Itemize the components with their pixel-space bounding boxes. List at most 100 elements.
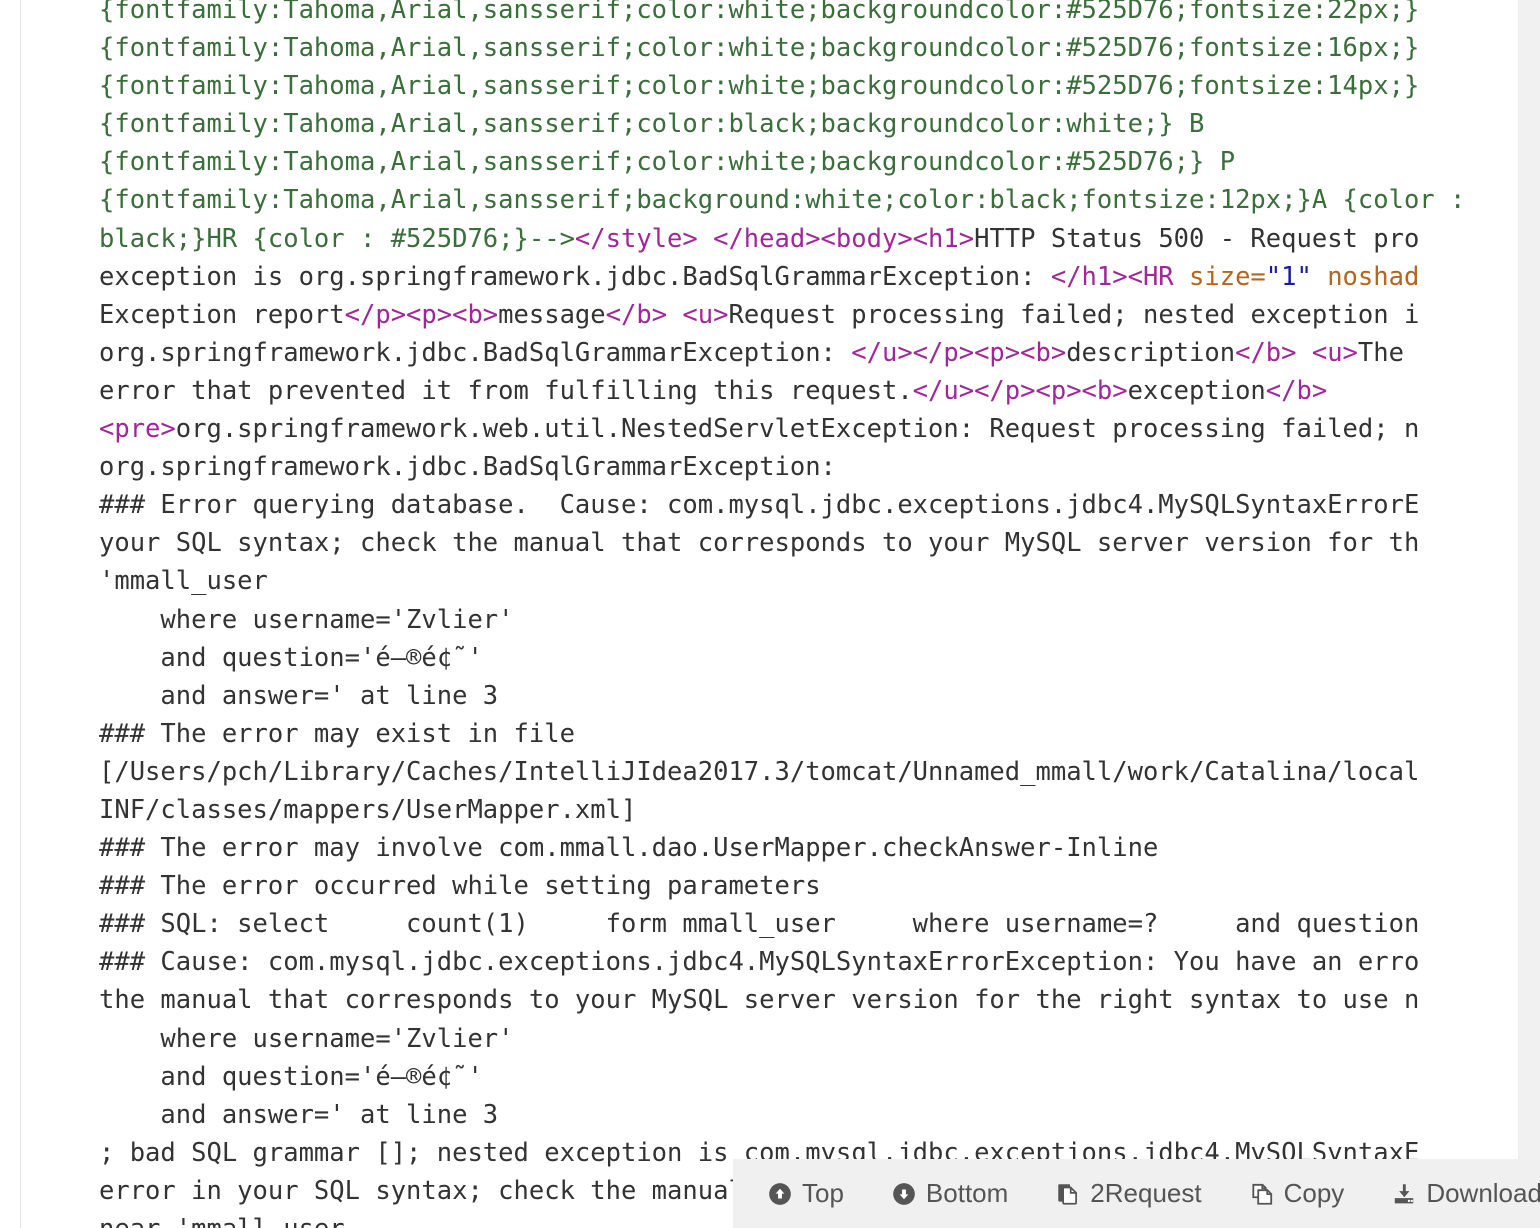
- code-token-txt: error that prevented it from fulfilling …: [99, 375, 913, 406]
- response-line: {fontfamily:Tahoma,Arial,sansserif;color…: [99, 105, 1518, 143]
- code-token-css: {fontfamily:Tahoma,Arial,sansserif;color…: [99, 0, 1420, 25]
- code-token-tag: </b> <u>: [1235, 337, 1358, 368]
- response-line: ### The error may involve com.mmall.dao.…: [99, 829, 1518, 867]
- code-token-css: {fontfamily:Tahoma,Arial,sansserif;color…: [99, 147, 1236, 178]
- code-token-txt: message: [498, 299, 606, 330]
- code-token-txt: ### The error may exist in file: [99, 718, 575, 749]
- code-token-val: "1": [1265, 261, 1312, 292]
- code-token-attr: noshad: [1311, 261, 1420, 292]
- response-line: black;}HR {color : #525D76;}--></style> …: [99, 220, 1518, 258]
- code-token-css: {fontfamily:Tahoma,Arial,sansserif;color…: [99, 71, 1420, 102]
- code-token-txt: your SQL syntax; check the manual that c…: [99, 528, 1420, 559]
- response-line: {fontfamily:Tahoma,Arial,sansserif;color…: [99, 67, 1518, 105]
- response-line: {fontfamily:Tahoma,Arial,sansserif;color…: [99, 0, 1518, 29]
- code-token-txt: and answer=' at line 3: [99, 1099, 499, 1130]
- response-line: ### Cause: com.mysql.jdbc.exceptions.jdb…: [99, 943, 1518, 981]
- code-token-txt: org.springframework.jdbc.BadSqlGrammarEx…: [99, 452, 852, 483]
- code-token-tag: </style> </head><body><h1>: [574, 223, 975, 254]
- response-line: where username='Zvlier': [99, 601, 1518, 639]
- response-line: ### SQL: select count(1) form mmall_user…: [99, 905, 1518, 943]
- code-token-txt: ### Cause: com.mysql.jdbc.exceptions.jdb…: [99, 947, 1420, 978]
- code-token-txt: and question='é—®é¢˜': [99, 642, 483, 673]
- code-token-txt: org.springframework.web.util.NestedServl…: [175, 414, 1420, 445]
- code-token-txt: and question='é—®é¢˜': [99, 1061, 483, 1092]
- response-line: where username='Zvlier': [99, 1020, 1518, 1058]
- action-button-label: Top: [802, 1178, 844, 1208]
- code-token-txt: where username='Zvlier': [99, 604, 514, 635]
- response-line: exception is org.springframework.jdbc.Ba…: [99, 258, 1518, 296]
- code-token-txt: description: [1066, 337, 1236, 368]
- code-token-tag: <pre>: [99, 414, 176, 445]
- action-button-label: Bottom: [925, 1178, 1009, 1208]
- code-token-css: {fontfamily:Tahoma,Arial,sansserif;color…: [99, 109, 1205, 140]
- code-token-tag: </p><p><b>: [344, 299, 499, 330]
- code-token-attr: size=: [1189, 261, 1266, 292]
- copy-icon: [1249, 1181, 1275, 1207]
- code-token-txt: ### SQL: select count(1) form mmall_user…: [99, 909, 1420, 940]
- action-button-2request[interactable]: 2Request: [1055, 1174, 1202, 1213]
- action-button-top[interactable]: Top: [767, 1174, 844, 1213]
- code-token-css: black;}HR {color : #525D76;}-->: [99, 223, 575, 254]
- code-token-txt: ### The error occurred while setting par…: [99, 871, 821, 902]
- action-button-label: Copy: [1283, 1178, 1345, 1208]
- response-line: {fontfamily:Tahoma,Arial,sansserif;color…: [99, 143, 1518, 181]
- code-token-css: {fontfamily:Tahoma,Arial,sansserif;color…: [99, 33, 1420, 64]
- code-token-txt: 'mmall_user: [99, 566, 268, 597]
- code-token-txt: exception: [1127, 375, 1266, 406]
- response-line: INF/classes/mappers/UserMapper.xml]: [99, 791, 1518, 829]
- code-token-txt: org.springframework.jdbc.BadSqlGrammarEx…: [99, 337, 852, 368]
- response-body-viewer: {fontfamily:Tahoma,Arial,sansserif;color…: [0, 0, 1540, 1228]
- response-line: and answer=' at line 3: [99, 1096, 1518, 1134]
- vertical-scrollbar[interactable]: [1518, 0, 1540, 1228]
- response-line: and question='é—®é¢˜': [99, 639, 1518, 677]
- response-line: org.springframework.jdbc.BadSqlGrammarEx…: [99, 334, 1518, 372]
- response-action-toolbar: Top Bottom 2Request Copy Download: [733, 1159, 1540, 1228]
- code-token-tag: </u></p><p><b>: [851, 337, 1067, 368]
- action-button-label: 2Request: [1090, 1178, 1202, 1208]
- code-token-txt: Request processing failed; nested except…: [728, 299, 1420, 330]
- code-token-txt: the manual that corresponds to your MySQ…: [99, 985, 1420, 1016]
- response-line: {fontfamily:Tahoma,Arial,sansserif;backg…: [99, 181, 1518, 219]
- code-token-txt: ### Error querying database. Cause: com.…: [99, 490, 1420, 521]
- response-line: and question='é—®é¢˜': [99, 1058, 1518, 1096]
- code-token-txt: The: [1357, 337, 1404, 368]
- code-token-txt: exception is org.springframework.jdbc.Ba…: [99, 261, 1051, 292]
- response-line: {fontfamily:Tahoma,Arial,sansserif;color…: [99, 29, 1518, 67]
- code-token-txt: ### The error may involve com.mmall.dao.…: [99, 833, 1159, 864]
- action-button-bottom[interactable]: Bottom: [891, 1174, 1008, 1213]
- vertical-scrollbar-thumb[interactable]: [1523, 2, 1537, 302]
- code-token-tag: </h1><HR: [1050, 261, 1190, 292]
- code-token-css: {fontfamily:Tahoma,Arial,sansserif;backg…: [99, 185, 1466, 216]
- response-body-text: {fontfamily:Tahoma,Arial,sansserif;color…: [0, 0, 1518, 1228]
- code-token-txt: Exception report: [99, 299, 345, 330]
- action-button-copy[interactable]: Copy: [1249, 1174, 1345, 1213]
- code-token-txt: near 'mmall user: [99, 1214, 345, 1228]
- code-token-tag: </u></p><p><b>: [912, 375, 1128, 406]
- code-token-tag: </b>: [1265, 375, 1328, 406]
- code-token-tag: </b> <u>: [605, 299, 729, 330]
- response-line: ### The error may exist in file: [99, 715, 1518, 753]
- code-token-txt: [/Users/pch/Library/Caches/IntelliJIdea2…: [99, 756, 1420, 787]
- download-icon: [1391, 1181, 1417, 1207]
- code-token-txt: where username='Zvlier': [99, 1023, 514, 1054]
- response-line: ### Error querying database. Cause: com.…: [99, 486, 1518, 524]
- response-line: <pre>org.springframework.web.util.Nested…: [99, 410, 1518, 448]
- response-line: your SQL syntax; check the manual that c…: [99, 524, 1518, 562]
- response-body-pane[interactable]: {fontfamily:Tahoma,Arial,sansserif;color…: [0, 0, 1518, 1228]
- action-button-download[interactable]: Download: [1391, 1174, 1540, 1213]
- response-line: [/Users/pch/Library/Caches/IntelliJIdea2…: [99, 753, 1518, 791]
- action-button-label: Download: [1426, 1178, 1540, 1208]
- response-line: and answer=' at line 3: [99, 677, 1518, 715]
- response-line: error that prevented it from fulfilling …: [99, 372, 1518, 410]
- code-token-txt: INF/classes/mappers/UserMapper.xml]: [99, 794, 637, 825]
- code-token-txt: HTTP Status 500 - Request pro: [974, 223, 1420, 254]
- response-line: ### The error occurred while setting par…: [99, 867, 1518, 905]
- response-line: 'mmall_user: [99, 562, 1518, 600]
- arrow-down-circle-icon: [891, 1181, 917, 1207]
- response-line: org.springframework.jdbc.BadSqlGrammarEx…: [99, 448, 1518, 486]
- response-line: Exception report</p><p><b>message</b> <u…: [99, 296, 1518, 334]
- file-copy-icon: [1055, 1181, 1081, 1207]
- code-token-txt: and answer=' at line 3: [99, 680, 499, 711]
- response-line: the manual that corresponds to your MySQ…: [99, 981, 1518, 1019]
- arrow-up-circle-icon: [767, 1181, 793, 1207]
